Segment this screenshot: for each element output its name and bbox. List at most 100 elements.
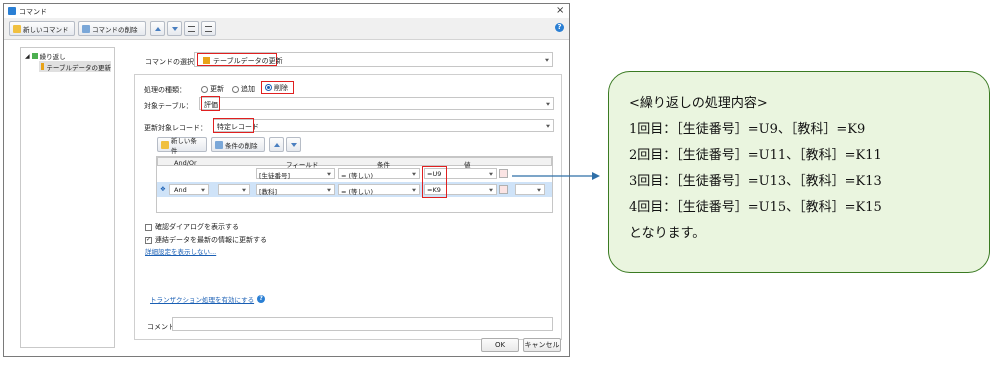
new-command-button[interactable]: 新しいコマンド <box>9 21 75 36</box>
command-select-value: テーブルデータの更新 <box>213 57 283 65</box>
new-condition-button[interactable]: 新しい条件 <box>157 137 207 155</box>
cancel-button[interactable]: キャンセル <box>523 338 561 352</box>
chevron-down-icon <box>201 188 205 192</box>
move-down-button[interactable] <box>167 21 182 36</box>
target-table-label: 対象テーブル： <box>144 102 193 110</box>
command-dialog: コマンド × 新しいコマンド コマンドの削除 ? ◢ 繰り返し テーブルデータの… <box>3 3 570 357</box>
new-condition-icon <box>161 140 169 149</box>
move-up-button[interactable] <box>150 21 165 36</box>
radio-update[interactable]: 更新 <box>201 84 224 94</box>
arrow-connector <box>512 172 600 180</box>
delete-condition-label: 条件の削除 <box>225 141 258 150</box>
update-table-icon <box>41 63 45 70</box>
chevron-down-icon <box>545 58 549 62</box>
indent-button[interactable] <box>184 21 199 36</box>
condition-down-button[interactable] <box>286 137 301 152</box>
field-select[interactable]: [教科] <box>256 184 335 196</box>
field-value: [生徒番号] <box>259 172 291 180</box>
radio-checked-circle <box>265 84 272 91</box>
chevron-down-icon <box>546 102 550 106</box>
field-select[interactable]: [生徒番号] <box>256 168 335 180</box>
arrow-down-icon <box>171 26 178 31</box>
transaction-link[interactable]: トランザクション処理を有効にする <box>150 294 254 304</box>
value-column-highlight <box>422 166 447 198</box>
chevron-down-icon <box>412 188 416 192</box>
comment-input[interactable] <box>172 317 553 331</box>
update-table-icon <box>203 57 210 64</box>
note-heading: <繰り返しの処理内容> <box>629 96 768 111</box>
condition-up-button[interactable] <box>269 137 284 152</box>
ok-button[interactable]: OK <box>481 338 519 352</box>
delete-condition-button[interactable]: 条件の削除 <box>211 137 265 152</box>
tree-item-update-label: テーブルデータの更新 <box>46 63 111 72</box>
tree-item-update[interactable]: テーブルデータの更新 <box>39 61 111 72</box>
chevron-down-icon <box>412 172 416 176</box>
app-icon <box>8 7 16 15</box>
refresh-data-checkbox[interactable]: ✓ 連結データを最新の情報に更新する <box>145 235 267 245</box>
note-line-3: 3回目：［生徒番号］=U13、［教科］=K13 <box>629 174 882 189</box>
new-command-icon <box>13 24 21 33</box>
command-select[interactable]: テーブルデータの更新 <box>194 52 553 67</box>
table-row[interactable]: [生徒番号] = (等しい) =U9 <box>157 167 552 181</box>
outdent-button[interactable] <box>201 21 216 36</box>
tree-item-loop-label: 繰り返し <box>39 53 66 61</box>
command-select-label: コマンドの選択： <box>145 58 201 66</box>
ok-label: OK <box>494 341 506 349</box>
chevron-down-icon <box>242 188 246 192</box>
update-target-value: 特定レコード <box>217 123 259 131</box>
note-line-1: 1回目：［生徒番号］=U9、［教科］=K9 <box>629 122 866 137</box>
expand-icon[interactable]: ◢ <box>25 53 30 60</box>
field-value: [教科] <box>259 188 278 196</box>
process-note-bubble: <繰り返しの処理内容> 1回目：［生徒番号］=U9、［教科］=K9 2回目：［生… <box>608 71 990 273</box>
andor-select[interactable]: And <box>169 184 209 195</box>
target-table-select[interactable]: 評価 <box>199 96 554 111</box>
outdent-icon <box>205 25 212 32</box>
toolbar: 新しいコマンド コマンドの削除 ? <box>4 18 569 40</box>
radio-circle <box>232 85 239 93</box>
close-paren-select[interactable] <box>515 184 545 195</box>
note-line-4: 4回目：［生徒番号］=U15、［教科］=K15 <box>629 200 882 215</box>
condition-select[interactable]: = (等しい) <box>338 184 420 196</box>
delete-command-button[interactable]: コマンドの削除 <box>78 21 146 36</box>
confirm-dialog-checkbox[interactable]: 確認ダイアログを表示する <box>145 222 239 232</box>
target-table-value: 評価 <box>204 101 218 109</box>
close-icon[interactable]: × <box>556 5 564 16</box>
help-icon[interactable]: ? <box>257 295 266 303</box>
process-type-label: 処理の種類： <box>144 86 186 94</box>
radio-circle <box>201 85 208 93</box>
radio-delete[interactable]: 削除 <box>261 81 294 94</box>
tree-item-loop[interactable]: ◢ 繰り返し <box>25 51 66 62</box>
arrow-down-icon <box>290 142 297 147</box>
condition-value: = (等しい) <box>341 188 374 196</box>
chevron-down-icon <box>489 172 493 176</box>
formula-edit-icon[interactable] <box>499 185 508 194</box>
update-target-label: 更新対象レコード： <box>144 124 207 132</box>
radio-add[interactable]: 追加 <box>232 84 255 94</box>
radio-update-label: 更新 <box>210 85 224 93</box>
formula-edit-icon[interactable] <box>499 169 508 178</box>
chevron-down-icon <box>327 172 331 176</box>
table-row[interactable]: ❖ And [教科] = (等しい) =K9 <box>157 182 552 197</box>
chevron-down-icon <box>489 188 493 192</box>
radio-delete-label: 削除 <box>274 83 288 92</box>
arrow-up-icon <box>273 142 280 147</box>
comment-label: コメント <box>147 323 175 331</box>
paren-select[interactable] <box>218 184 250 195</box>
chevron-down-icon <box>327 188 331 192</box>
delete-condition-icon <box>215 140 223 149</box>
help-icon[interactable]: ? <box>555 23 564 32</box>
condition-select[interactable]: = (等しい) <box>338 168 420 180</box>
confirm-dialog-label: 確認ダイアログを表示する <box>155 223 239 231</box>
arrow-up-icon <box>154 26 161 31</box>
advanced-settings-link[interactable]: 詳細設定を表示しない... <box>145 246 216 256</box>
update-target-select[interactable]: 特定レコード <box>213 118 554 133</box>
note-footer: となります。 <box>629 226 706 241</box>
chevron-down-icon <box>537 188 541 192</box>
checkmark-icon: ✓ <box>145 236 152 244</box>
indent-icon <box>188 25 195 32</box>
checkbox-box <box>145 223 152 231</box>
title-bar: コマンド × <box>4 4 569 18</box>
refresh-data-label: 連結データを最新の情報に更新する <box>155 236 267 244</box>
transaction-link-row: トランザクション処理を有効にする ? <box>150 294 266 304</box>
radio-add-label: 追加 <box>241 85 255 93</box>
